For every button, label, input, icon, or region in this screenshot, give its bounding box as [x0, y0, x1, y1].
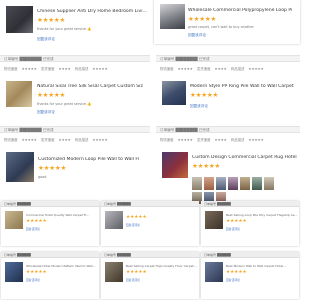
reply-link[interactable]: 回复该评论 — [188, 33, 206, 38]
product-thumbnail[interactable] — [205, 211, 223, 229]
order-number: 订单编号 ████████ 已完成 — [4, 128, 54, 132]
order-info-bar: 订单编号 ████████ 已完成 — [0, 55, 150, 62]
review-photo[interactable] — [264, 177, 274, 190]
product-thumbnail[interactable] — [162, 81, 186, 105]
rating-stars: ★★★★★ — [126, 215, 147, 220]
review-panel-mid-right: Modern Style PP Ring Pile Wall to Wall C… — [156, 75, 300, 115]
product-title[interactable]: Chinese Supplier Anti Dry Home Bedroom L… — [37, 9, 149, 14]
rating-tags: 物流速度 ★★★★★ 发货速度 ★★★★ 商品描述 ★★★★★ — [160, 138, 264, 142]
order-info-bar: 订单编号 ██████ — [1, 201, 99, 207]
rating-stars: ★★★★★ — [37, 91, 66, 99]
reply-link[interactable]: 回复该评论 — [26, 227, 40, 231]
order-info-bar: 订单编号 ██████ — [101, 201, 199, 207]
rating-tags: 物流速度 ★★★★★ 发货速度 ★★★★ 商品描述 ★★★★★ — [4, 138, 108, 142]
order-info-bar: 订单编号 ██████ — [1, 252, 99, 258]
review-text: thanks for your great service 👍 — [37, 27, 92, 31]
rating-stars: ★★★★★ — [37, 16, 66, 24]
rating-stars: ★★★★★ — [126, 270, 147, 275]
product-title[interactable]: Best Selling Carpet High Quality Floor C… — [126, 264, 198, 268]
order-number: 订单编号 ████████ 已完成 — [160, 128, 210, 132]
order-info-bar: 订单编号 ██████ — [201, 201, 299, 207]
order-info-bar: 订单编号 ████████ 已完成 — [156, 55, 300, 62]
product-thumbnail[interactable] — [6, 6, 33, 33]
reply-link[interactable]: 回复该评论 — [26, 278, 40, 282]
review-card: 订单编号 ██████ Best Selling Loop Pile Poly … — [201, 201, 299, 246]
order-number: 订单编号 ██████ — [104, 253, 131, 257]
product-title[interactable]: Natural Sisal Tree Silk Sisal Carpet Cus… — [37, 84, 149, 89]
product-title[interactable]: Modern Style PP Ring Pile Wall to Wall C… — [190, 84, 298, 89]
order-number: 订单编号 ██████ — [4, 202, 31, 206]
rating-stars: ★★★★★ — [26, 270, 47, 275]
reply-link[interactable]: 回复该评论 — [37, 110, 55, 115]
review-text: good — [38, 175, 47, 179]
review-photo[interactable] — [216, 177, 226, 190]
rating-tags: 物流速度 ★★★★★ 发货速度 ★★★★ 商品描述 ★★★★★ — [160, 67, 264, 71]
order-number: 订单编号 ████████ 已完成 — [4, 57, 54, 61]
order-info-bar: 订单编号 ████████ 已完成 — [156, 126, 300, 133]
product-title[interactable]: Wholesale Commercial Polypropylene Loop … — [188, 8, 298, 13]
rating-stars: ★★★★★ — [26, 219, 47, 224]
reply-link[interactable]: 回复该评论 — [226, 278, 240, 282]
review-panel-low-right: Custom Design Commercial Carpet Rug Hote… — [156, 146, 300, 206]
review-panel-mid-left: Natural Sisal Tree Silk Sisal Carpet Cus… — [0, 75, 150, 120]
review-photo[interactable] — [204, 177, 214, 190]
review-card: 订单编号 ██████ Best Selling Carpet High Qua… — [101, 252, 199, 299]
product-thumbnail[interactable] — [160, 4, 185, 29]
review-card: 订单编号 ██████ ★★★★★ 回复该评论 — [101, 201, 199, 246]
rating-stars: ★★★★★ — [192, 162, 221, 170]
rating-stars: ★★★★★ — [188, 15, 217, 23]
order-number: 订单编号 ██████ — [204, 202, 231, 206]
reply-link[interactable]: 回复该评论 — [226, 227, 240, 231]
product-title[interactable]: Custom Design Commercial Carpet Rug Hote… — [192, 155, 298, 160]
reply-link[interactable]: 回复该评论 — [126, 223, 140, 227]
product-title[interactable]: Customized Modern Loop Pile Wall to Wall… — [38, 157, 150, 162]
order-number: 订单编号 ██████ — [4, 253, 31, 257]
reply-link[interactable]: 回复该评论 — [190, 104, 208, 109]
product-thumbnail[interactable] — [6, 152, 34, 182]
order-info-bar: 订单编号 ██████ — [201, 252, 299, 258]
product-thumbnail[interactable] — [105, 262, 123, 282]
product-title[interactable]: Commercial Hotel Quality Wall Carpet Fl.… — [26, 213, 98, 217]
product-thumbnail[interactable] — [105, 211, 123, 229]
order-info-bar: 订单编号 ██████ — [101, 252, 199, 258]
order-number: 订单编号 ████████ 已完成 — [160, 57, 210, 61]
order-info-bar: 订单编号 ████████ 已完成 — [0, 126, 150, 133]
review-photo[interactable] — [228, 177, 238, 190]
rating-stars: ★★★★★ — [226, 219, 247, 224]
review-panel-top-left: Chinese Supplier Anti Dry Home Bedroom L… — [0, 0, 150, 54]
review-panel-top-right: Wholesale Commercial Polypropylene Loop … — [154, 0, 300, 44]
review-text: great carpet, can't wait to buy another — [188, 25, 254, 29]
order-number: 订单编号 ██████ — [204, 253, 231, 257]
product-title[interactable]: Best Selling Loop Pile Poly Carpet Flags… — [226, 213, 298, 217]
review-text: thanks for your great service 👍 — [37, 102, 92, 106]
review-card: 订单编号 ██████ Best Modern Wall to Wall Car… — [201, 252, 299, 299]
review-photo[interactable] — [240, 177, 250, 190]
rating-stars: ★★★★★ — [38, 164, 67, 172]
product-title[interactable]: Best Modern Wall to Wall Carpet Hotel... — [226, 264, 298, 268]
review-card: 订单编号 ██████ Commercial Hotel Quality Wal… — [1, 201, 99, 246]
product-thumbnail[interactable] — [5, 211, 23, 229]
product-title[interactable]: Wholesale Hotel Modern Pattern Wall to W… — [26, 264, 98, 268]
reply-link[interactable]: 回复该评论 — [126, 278, 140, 282]
rating-tags: 物流速度 ★★★★★ 发货速度 ★★★★ 商品描述 ★★★★★ — [4, 67, 108, 71]
review-photo[interactable] — [192, 177, 202, 190]
product-thumbnail[interactable] — [162, 152, 188, 178]
review-card: 订单编号 ██████ Wholesale Hotel Modern Patte… — [1, 252, 99, 299]
review-photo[interactable] — [252, 177, 262, 190]
rating-stars: ★★★★★ — [226, 270, 247, 275]
review-panel-low-left: Customized Modern Loop Pile Wall to Wall… — [0, 146, 150, 198]
reply-link[interactable]: 回复该评论 — [37, 37, 55, 42]
product-thumbnail[interactable] — [6, 81, 32, 107]
rating-stars: ★★★★★ — [190, 91, 219, 99]
order-number: 订单编号 ██████ — [104, 202, 131, 206]
product-thumbnail[interactable] — [205, 262, 223, 282]
product-thumbnail[interactable] — [5, 262, 23, 282]
